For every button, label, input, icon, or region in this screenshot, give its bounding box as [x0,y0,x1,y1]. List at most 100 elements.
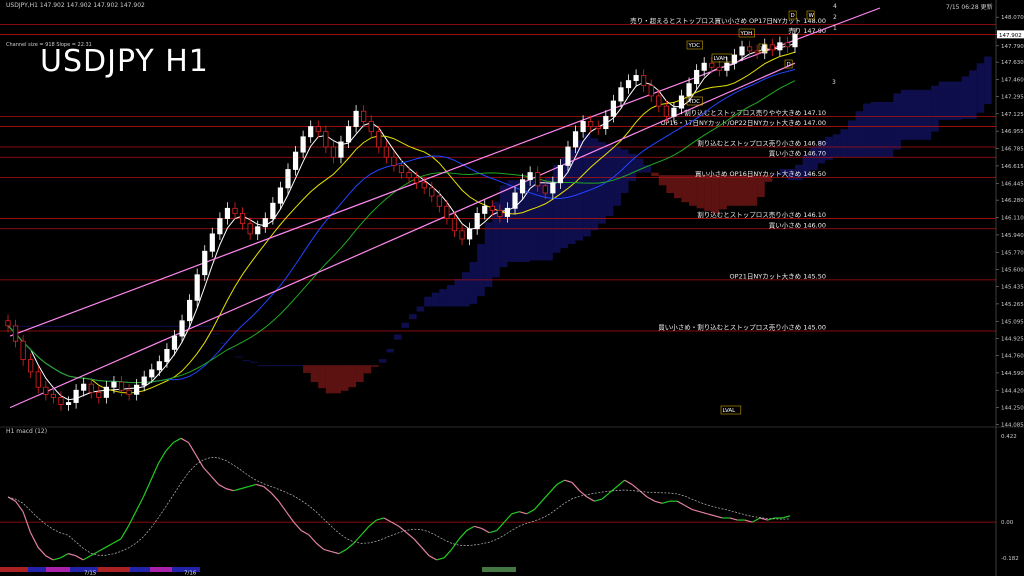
level-label: 割り込むとストップロス売り小さめ 146.10 [697,210,826,219]
cloud-segment [847,120,856,158]
candle [50,393,57,398]
candle [277,187,284,204]
marker-label: YDH [740,31,753,37]
cloud-segment [916,89,924,140]
y-tick-label: 147.295 [1001,94,1024,100]
y-tick-label: 144.085 [1001,422,1024,428]
channel-number: 1 [833,25,837,32]
cloud-segment [439,289,447,307]
candle [361,110,367,122]
level-label: 買い小さめ 146.00 [769,220,826,229]
cloud-segment [356,365,364,383]
cloud-segment [658,175,667,186]
channel-number: 2 [833,14,837,21]
cloud-segment [144,325,152,327]
candle [663,105,669,117]
cloud-segment [507,180,516,262]
marker-label: LVAL [723,408,737,414]
y-tick-label: 146.110 [1001,216,1024,222]
cloud-segment [734,175,743,206]
candle [694,69,700,85]
candle [330,146,336,158]
macd-label: H1 macd (12) [6,428,48,435]
candle [633,75,639,81]
candle [489,205,495,211]
cloud-segment [742,175,750,206]
candle [671,107,677,117]
y-tick-label: 144.925 [1001,337,1024,343]
candle [625,80,632,89]
candle [648,85,654,97]
cloud-segment [151,325,160,327]
macd-tick-label: 0.00 [1001,520,1014,526]
candle [292,151,299,170]
cloud-segment [212,333,220,335]
candle [156,361,162,371]
candle [414,177,420,184]
candle [65,402,72,405]
candle [610,100,616,117]
candle [580,121,586,133]
cloud-segment [45,325,54,327]
candle [451,218,458,232]
current-price-label: 147.902 [999,33,1022,39]
y-tick-label: 145.265 [1001,302,1024,308]
candle [149,369,155,378]
level-label: OP21日NYカット大きめ 145.50 [730,271,826,280]
cloud-segment [295,365,304,367]
cloud-segment [53,325,61,327]
cloud-segment [310,365,319,383]
level-label: 買い小さめ 146.70 [769,149,826,158]
candle [769,44,775,51]
cloud-segment [348,365,357,388]
cloud-segment [484,222,493,288]
symbol-line: USDJPY,H1 147.902 147.902 147.902 147.90… [6,2,145,9]
cloud-segment [378,359,387,363]
candle [126,389,132,395]
cloud-segment [204,325,213,327]
cloud-segment [197,325,205,327]
cloud-segment [953,81,962,120]
cloud-segment [984,56,992,105]
cloud-segment [257,365,266,367]
candle [603,115,609,130]
candle [746,46,753,52]
timestamp: 7/15 06:28 更新 [946,4,993,11]
session-bar [46,567,70,572]
cloud-segment [386,348,394,353]
candle [406,172,412,179]
candle [724,62,730,71]
candle [686,83,692,97]
candle [209,233,215,252]
candle [164,348,170,363]
y-tick-label: 145.940 [1001,233,1024,239]
price-chart[interactable]: 売り・超えるとストップロス買い小さめ OP17日NYカット 148.00売り 1… [0,0,1024,576]
cloud-segment [923,89,932,140]
cloud-segment [462,272,470,307]
cloud-segment [401,322,410,328]
marker-label: W [809,13,815,19]
candle [308,126,314,138]
y-tick-label: 146.280 [1001,198,1024,204]
candle [134,384,140,395]
main-title: USDJPY H1 [40,44,209,79]
cloud-segment [719,175,727,210]
cloud-segment [325,365,334,394]
candle [58,397,64,405]
candle [353,110,359,127]
cloud-segment [477,244,485,297]
candle [239,213,246,225]
cloud-segment [900,89,909,140]
cloud-segment [136,325,145,327]
cloud-segment [272,365,281,367]
marker-label: D [787,62,791,68]
cloud-segment [363,365,372,374]
session-bar [0,567,28,572]
cloud-segment [280,365,288,367]
candle [338,141,344,158]
cloud-segment [938,81,947,120]
marker-label: YDC [688,99,701,105]
candle [28,359,34,373]
cloud-segment [583,134,591,237]
candle [709,62,715,68]
